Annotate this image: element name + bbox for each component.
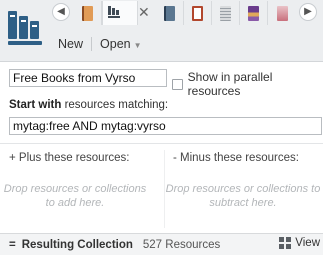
plus-resources-dropzone[interactable]: + Plus these resources: Drop resources o… xyxy=(0,150,160,230)
tab-book-gray[interactable] xyxy=(212,1,240,25)
tab-book-blue[interactable] xyxy=(156,1,184,25)
collection-icon xyxy=(107,5,121,21)
view-button[interactable]: View xyxy=(279,237,320,249)
collections-app-icon[interactable] xyxy=(6,8,46,48)
open-menu-button[interactable]: Open ▼ xyxy=(100,37,142,51)
toolbar-separator xyxy=(91,37,93,51)
chevron-down-icon: ▼ xyxy=(133,41,142,50)
tab-collection[interactable] xyxy=(102,1,138,25)
book-pink-icon xyxy=(276,5,288,21)
book-blue-icon xyxy=(164,5,175,21)
chevron-left-icon: ◀ xyxy=(57,6,65,17)
collection-title-input[interactable] xyxy=(9,69,167,87)
scroll-tabs-left-button[interactable]: ◀ xyxy=(52,3,70,21)
rule-query-input[interactable] xyxy=(9,117,322,135)
divider xyxy=(0,143,323,144)
minus-drop-hint: Drop resources or collections to subtrac… xyxy=(165,183,321,209)
show-parallel-checkbox[interactable] xyxy=(172,78,183,90)
start-with-rest: resources matching: xyxy=(61,99,169,111)
plus-drop-hint: Drop resources or collections to add her… xyxy=(3,183,147,209)
start-with-bold: Start with xyxy=(9,99,62,111)
show-parallel-option[interactable]: Show in parallel resources xyxy=(172,70,323,98)
book-purple-icon xyxy=(248,5,259,21)
tab-strip: ◀ ✕ ▶ xyxy=(50,0,323,26)
tab-book-purple[interactable] xyxy=(240,1,268,25)
resulting-collection-title: Resulting Collection xyxy=(21,238,133,251)
scroll-tabs-right-button[interactable]: ▶ xyxy=(299,3,317,21)
tab-book-orange[interactable] xyxy=(74,1,102,25)
book-red-icon xyxy=(192,5,203,21)
tab-book-red[interactable] xyxy=(184,1,212,25)
show-parallel-label: Show in parallel resources xyxy=(187,70,273,98)
start-with-label: Start with resources matching: xyxy=(9,99,168,111)
panel-toolbar: ◀ ✕ ▶ New Open ▼ xyxy=(0,0,323,62)
resource-count: 527 Resources xyxy=(142,238,221,251)
toolbar-menu: New Open ▼ xyxy=(58,34,142,54)
open-menu-label: Open xyxy=(100,37,131,51)
close-tab-icon[interactable]: ✕ xyxy=(138,4,150,20)
result-bar: = Resulting Collection 527 Resources Vie… xyxy=(0,233,323,255)
equals-symbol: = xyxy=(9,238,16,251)
grid-view-icon xyxy=(279,237,292,249)
minus-resources-label: - Minus these resources: xyxy=(173,152,299,164)
plus-resources-label: + Plus these resources: xyxy=(9,152,130,164)
tab-book-pink[interactable] xyxy=(268,1,296,25)
view-label: View xyxy=(295,237,320,249)
book-gray-icon xyxy=(220,5,231,21)
minus-resources-dropzone[interactable]: - Minus these resources: Drop resources … xyxy=(164,150,323,230)
book-orange-icon xyxy=(82,5,93,21)
new-button[interactable]: New xyxy=(58,37,83,51)
chevron-right-icon: ▶ xyxy=(304,6,312,17)
